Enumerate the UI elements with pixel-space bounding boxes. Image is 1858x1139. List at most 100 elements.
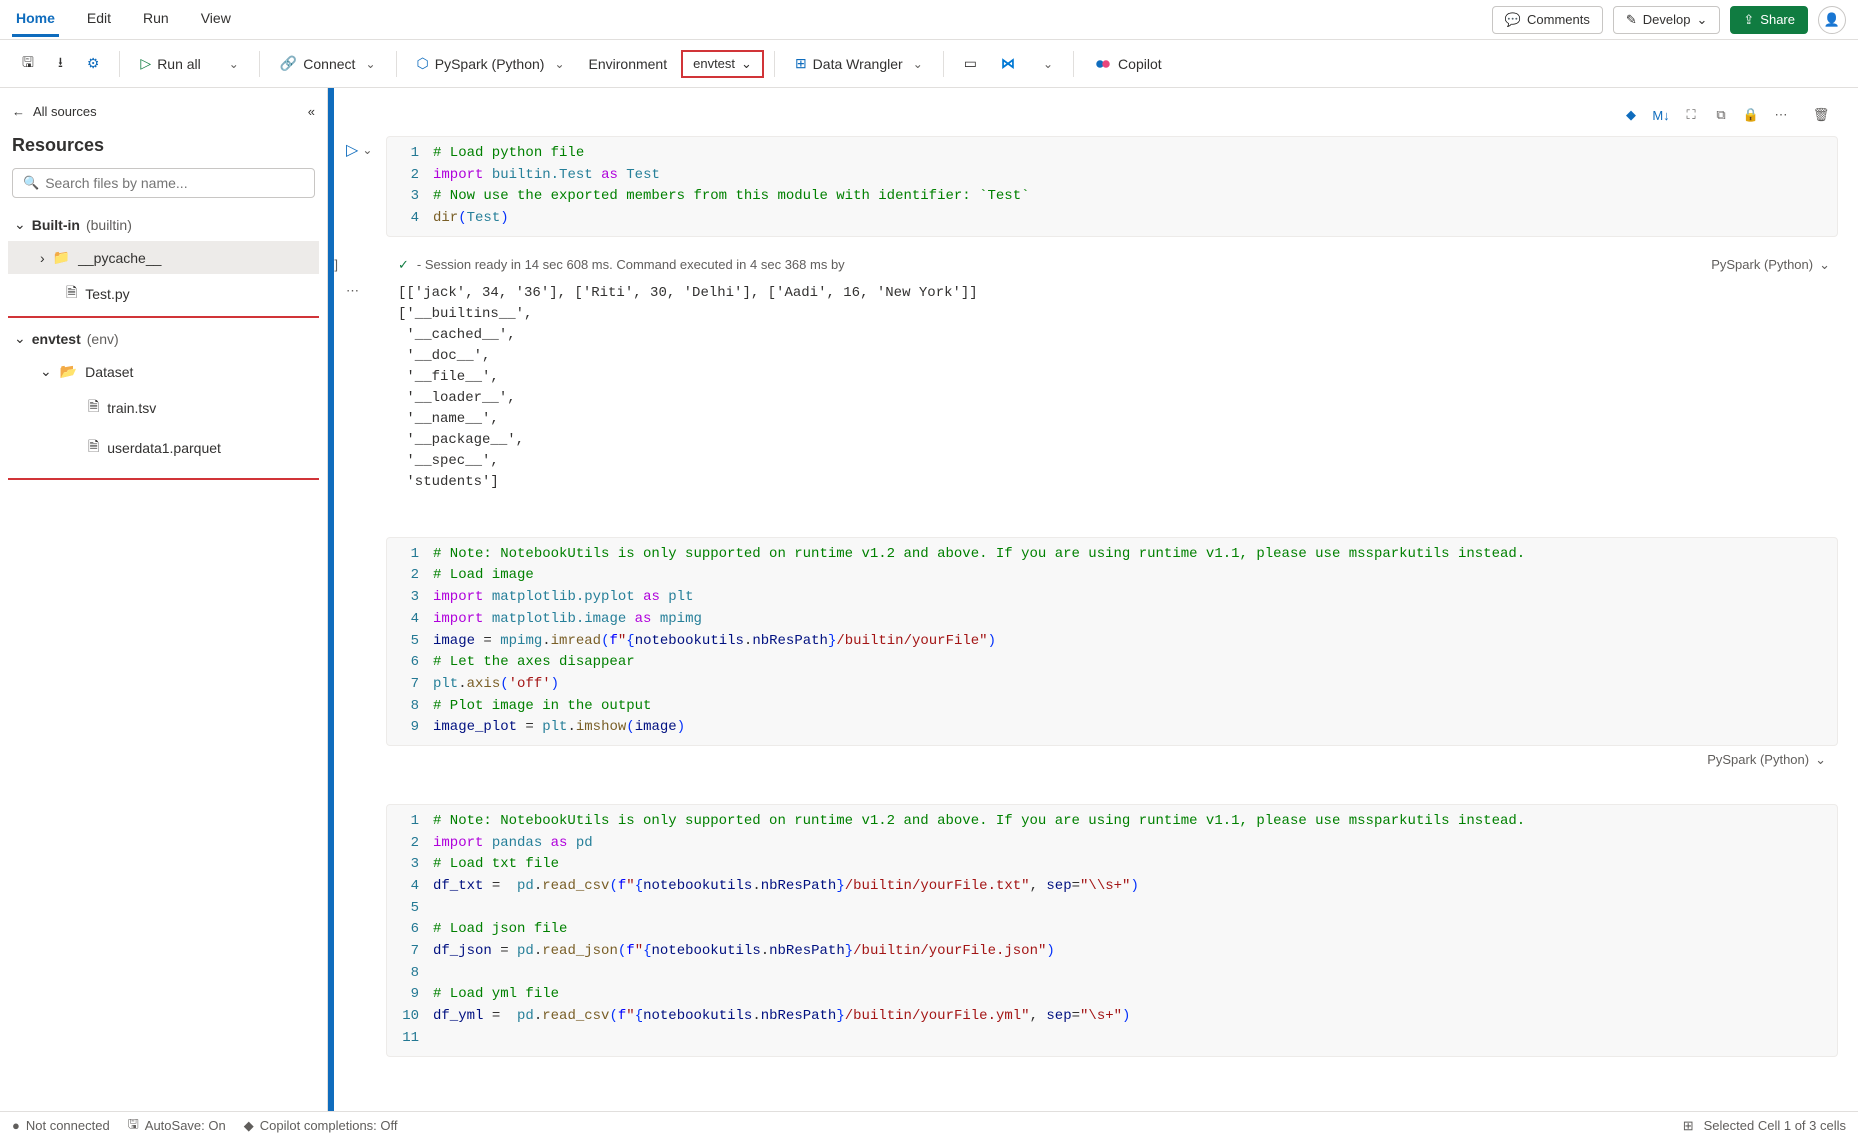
- status-text: - Session ready in 14 sec 608 ms. Comman…: [417, 257, 1703, 272]
- run-all-label: Run all: [157, 56, 201, 72]
- share-button[interactable]: ⇪ Share: [1730, 6, 1808, 34]
- train-label: train.tsv: [107, 400, 156, 416]
- output-menu-icon[interactable]: ⋯: [346, 283, 359, 299]
- gear-icon: ⚙: [87, 55, 100, 72]
- environment-selector[interactable]: envtest ⌄: [681, 50, 764, 78]
- copilot-cell-icon[interactable]: ◆: [1620, 104, 1642, 126]
- layout-icon: ▭: [964, 55, 977, 72]
- expand-icon[interactable]: ⛶: [1680, 104, 1702, 126]
- back-icon[interactable]: ←: [12, 104, 25, 119]
- lock-icon[interactable]: 🔒: [1740, 104, 1762, 126]
- train-tsv-file[interactable]: 🗎 train.tsv: [8, 388, 317, 428]
- chevron-down-icon: ⌄: [1696, 12, 1707, 28]
- code-editor-3[interactable]: 1# Note: NotebookUtils is only supported…: [386, 804, 1838, 1057]
- dataset-label: Dataset: [85, 364, 133, 380]
- connect-button[interactable]: 🔗 Connect: [270, 49, 386, 78]
- comments-button[interactable]: 💬 Comments: [1492, 6, 1603, 34]
- run-all-dropdown[interactable]: [215, 51, 249, 77]
- chevron-down-icon[interactable]: ⌄: [362, 143, 372, 157]
- layout-button[interactable]: ▭: [954, 49, 987, 78]
- more-icon[interactable]: ⋯: [1770, 104, 1792, 126]
- vscode-dropdown[interactable]: [1029, 51, 1063, 77]
- collapse-sidebar-icon[interactable]: «: [308, 104, 315, 119]
- markdown-toggle[interactable]: M↓: [1650, 104, 1672, 126]
- copilot-button[interactable]: Copilot: [1084, 49, 1172, 79]
- data-wrangler-button[interactable]: ⊞ Data Wrangler: [785, 49, 933, 78]
- cell-language[interactable]: PySpark (Python): [1711, 257, 1813, 272]
- separator: [119, 51, 120, 77]
- menu-home[interactable]: Home: [12, 2, 59, 37]
- envtest-section[interactable]: ⌄ envtest (env): [8, 322, 317, 355]
- search-input[interactable]: [45, 175, 304, 191]
- code-cell-3: 1# Note: NotebookUtils is only supported…: [386, 804, 1838, 1057]
- develop-button[interactable]: ✎ Develop ⌄: [1613, 6, 1721, 34]
- selected-cell-label: Selected Cell 1 of 3 cells: [1704, 1118, 1846, 1133]
- chevron-down-icon[interactable]: ⌄: [1819, 257, 1830, 273]
- userdata-parquet-file[interactable]: 🗎 userdata1.parquet: [8, 428, 317, 468]
- chevron-right-icon: ›: [40, 250, 45, 266]
- avatar[interactable]: 👤: [1818, 6, 1846, 34]
- save-button[interactable]: 🖫: [12, 46, 44, 82]
- chevron-down-icon: ⌄: [14, 330, 26, 347]
- link-icon: 🔗: [280, 55, 297, 72]
- environment-label: Environment: [579, 50, 678, 78]
- pyspark-icon: ⬡: [417, 55, 429, 72]
- chevron-down-icon[interactable]: ⌄: [1815, 752, 1826, 768]
- envtest-highlight-box: ⌄ envtest (env) ⌄ 📂 Dataset 🗎 train.tsv: [8, 316, 319, 480]
- connection-status[interactable]: ● Not connected: [12, 1118, 110, 1133]
- envtest-label: envtest: [32, 331, 81, 347]
- testpy-file[interactable]: 🗎 Test.py: [8, 274, 319, 314]
- menu-edit[interactable]: Edit: [83, 2, 115, 37]
- settings-button[interactable]: ⚙: [77, 49, 110, 78]
- copy-icon[interactable]: ⧉: [1710, 104, 1732, 126]
- cell-1-output-wrapper: ⋯ [['jack', 34, '36'], ['Riti', 30, 'Del…: [386, 279, 1838, 497]
- separator: [943, 51, 944, 77]
- file-icon: 🗎: [88, 396, 99, 420]
- run-cell-button[interactable]: ▷ ⌄: [346, 140, 372, 160]
- run-all-button[interactable]: ▷ Run all: [130, 49, 210, 78]
- menu-run[interactable]: Run: [139, 2, 173, 37]
- chevron-down-icon: ⌄: [741, 56, 752, 72]
- toolbar: 🖫 ⭳ ⚙ ▷ Run all 🔗 Connect ⬡ PySpark (Pyt…: [0, 40, 1858, 88]
- search-input-wrapper[interactable]: 🔍: [12, 168, 315, 198]
- play-icon: ▷: [140, 55, 151, 72]
- builtin-label: Built-in: [32, 217, 80, 233]
- copilot-icon: ◆: [244, 1118, 254, 1134]
- share-icon: ⇪: [1743, 12, 1754, 28]
- pyspark-label: PySpark (Python): [435, 56, 545, 72]
- all-sources-label[interactable]: All sources: [33, 104, 97, 119]
- testpy-label: Test.py: [85, 286, 129, 302]
- code-cell-1: ▷ ⌄ 1# Load python file2import builtin.T…: [386, 136, 1838, 237]
- pycache-label: __pycache__: [78, 250, 161, 266]
- download-button[interactable]: ⭳: [48, 46, 73, 82]
- environment-text: Environment: [589, 56, 668, 72]
- status-bar: ● Not connected 🖫 AutoSave: On ◆ Copilot…: [0, 1111, 1858, 1139]
- grid-icon[interactable]: ⊞: [1683, 1118, 1694, 1134]
- code-editor-1[interactable]: 1# Load python file2import builtin.Test …: [386, 136, 1838, 237]
- menu-view[interactable]: View: [197, 2, 235, 37]
- cell-1-status: [1] ✓ - Session ready in 14 sec 608 ms. …: [334, 251, 1838, 279]
- copilot-completions-status[interactable]: ◆ Copilot completions: Off: [244, 1118, 398, 1134]
- autosave-status[interactable]: 🖫 AutoSave: On: [128, 1115, 226, 1137]
- code-editor-2[interactable]: 1# Note: NotebookUtils is only supported…: [386, 537, 1838, 746]
- copilot-label: Copilot: [1118, 56, 1162, 72]
- data-wrangler-icon: ⊞: [795, 55, 807, 72]
- data-wrangler-label: Data Wrangler: [813, 56, 903, 72]
- builtin-dim: (builtin): [86, 217, 132, 233]
- dataset-folder[interactable]: ⌄ 📂 Dataset: [8, 355, 317, 388]
- resources-title: Resources: [8, 127, 319, 168]
- save-icon: 🖫: [128, 1115, 139, 1137]
- pyspark-button[interactable]: ⬡ PySpark (Python): [407, 49, 575, 78]
- autosave-label: AutoSave: On: [145, 1118, 226, 1133]
- copilot-comp-label: Copilot completions: Off: [260, 1118, 398, 1133]
- env-selected-label: envtest: [693, 56, 735, 71]
- delete-cell-icon[interactable]: 🗑: [1810, 104, 1832, 126]
- not-connected-label: Not connected: [26, 1118, 110, 1133]
- vscode-button[interactable]: ⋈: [991, 49, 1025, 78]
- connect-label: Connect: [303, 56, 355, 72]
- check-icon: ✓: [398, 257, 409, 273]
- save-icon: 🖫: [22, 52, 34, 76]
- cell-language[interactable]: PySpark (Python): [1707, 752, 1809, 767]
- builtin-section[interactable]: ⌄ Built-in (builtin): [8, 208, 319, 241]
- pycache-folder[interactable]: › 📁 __pycache__: [8, 241, 319, 274]
